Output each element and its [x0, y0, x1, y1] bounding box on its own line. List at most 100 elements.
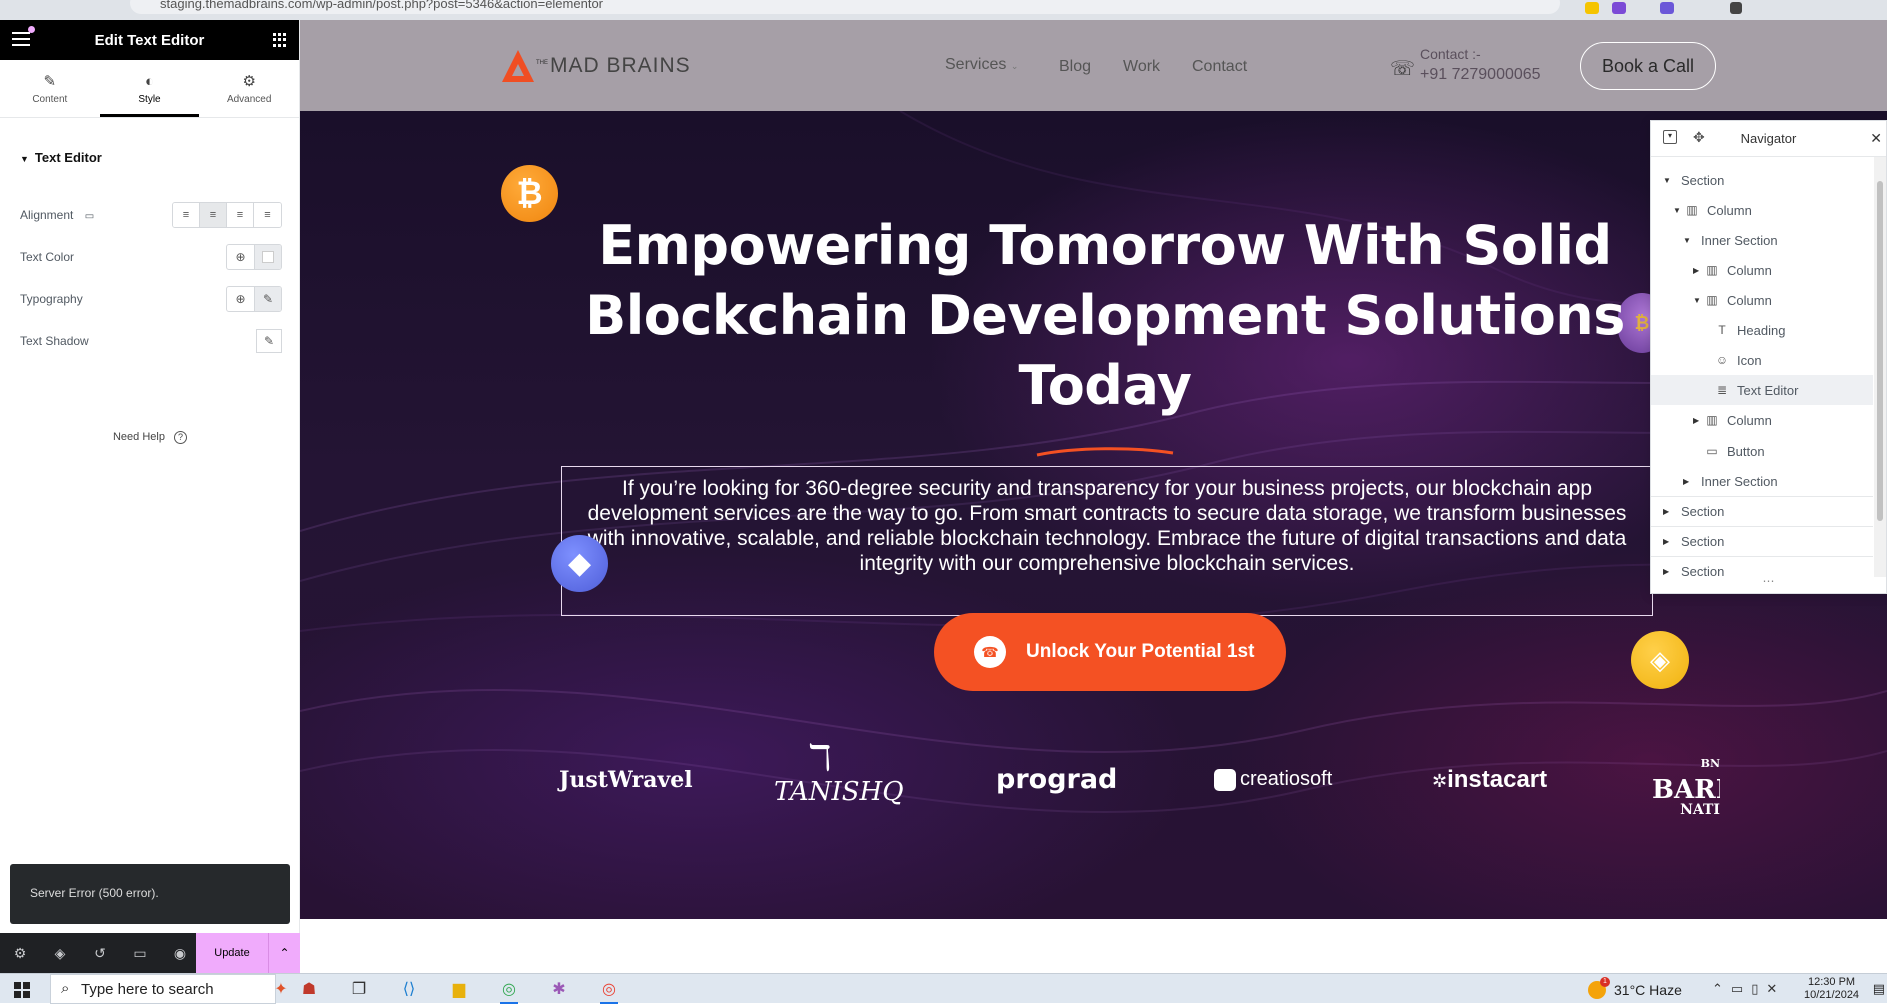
- navigator-item-column[interactable]: ▶ ▥ Column: [1651, 405, 1873, 435]
- caret-right-icon[interactable]: ▶: [1693, 416, 1705, 425]
- chevron-up-icon[interactable]: ⌃: [268, 933, 300, 973]
- app-icon-avatar[interactable]: ☗: [296, 977, 322, 1001]
- responsive-icon[interactable]: ▭: [120, 945, 160, 962]
- align-right-icon[interactable]: ≡: [227, 203, 254, 227]
- navigator-item-column[interactable]: ▼ ▥ Column: [1651, 195, 1873, 225]
- button-widget-icon: ▭: [1706, 444, 1718, 458]
- caret-down-icon: ▼: [20, 154, 29, 164]
- hero-description[interactable]: If you’re looking for 360-degree securit…: [575, 476, 1639, 576]
- navigator-item-text-editor[interactable]: ≣ Text Editor: [1651, 375, 1873, 405]
- close-icon[interactable]: ✕: [1870, 130, 1882, 147]
- scrollbar-thumb[interactable]: [1877, 181, 1883, 521]
- site-header: THE MAD BRAINS Services ⌄ Blog Work Cont…: [300, 20, 1887, 111]
- extension-icon[interactable]: [1730, 2, 1742, 14]
- unlock-potential-button[interactable]: ☎ Unlock Your Potential 1st: [934, 613, 1286, 691]
- panel-footer: ⚙ ◈ ↺ ▭ ◉ Update ⌃: [0, 933, 300, 973]
- nav-work[interactable]: Work: [1123, 58, 1160, 76]
- control-label: Text Color: [20, 250, 75, 264]
- book-call-button[interactable]: Book a Call: [1580, 42, 1716, 90]
- tray-chevron-icon[interactable]: ⌃: [1712, 981, 1731, 996]
- caret-right-icon[interactable]: ▶: [1663, 567, 1675, 576]
- resize-handle[interactable]: ⋯: [1651, 575, 1886, 593]
- navigator-item-label: Icon: [1737, 352, 1762, 368]
- chrome-icon[interactable]: ◎: [596, 977, 622, 1004]
- task-view-icon[interactable]: ❐: [346, 977, 372, 1001]
- address-bar[interactable]: staging.themadbrains.com/wp-admin/post.p…: [130, 0, 1560, 14]
- layers-icon[interactable]: ◈: [40, 945, 80, 962]
- navigator-item-button[interactable]: ▭ Button: [1651, 436, 1873, 466]
- navigator-item-section[interactable]: ▶ Section: [1651, 526, 1873, 556]
- client-logo-justwravel: JustWravel: [559, 767, 693, 793]
- caret-right-icon[interactable]: ▶: [1693, 266, 1705, 275]
- caret-down-icon[interactable]: ▼: [1663, 176, 1675, 185]
- client-logo-creatiosoft: creatiosoft: [1214, 768, 1332, 791]
- hero-heading[interactable]: Empowering Tomorrow With Solid Blockchai…: [580, 211, 1630, 421]
- edit-pencil-icon[interactable]: ✎: [254, 287, 281, 311]
- history-icon[interactable]: ↺: [80, 945, 120, 962]
- caret-down-icon[interactable]: ▼: [1683, 236, 1695, 245]
- contact-number[interactable]: +91 7279000065: [1420, 66, 1541, 84]
- caret-down-icon[interactable]: ▼: [1693, 296, 1705, 305]
- vscode-icon[interactable]: ⟨⟩: [396, 977, 422, 1001]
- navigator-item-column[interactable]: ▼ ▥ Column: [1651, 285, 1873, 315]
- settings-icon[interactable]: ⚙: [0, 945, 40, 962]
- preview-eye-icon[interactable]: ◉: [160, 945, 200, 962]
- tab-label: Style: [138, 93, 161, 105]
- text-editor-icon: ≣: [1716, 383, 1728, 397]
- taskbar-search-input[interactable]: ⌕ Type here to search: [50, 974, 276, 1004]
- navigator-item-inner-section[interactable]: ▼ Inner Section: [1651, 225, 1873, 255]
- nav-services[interactable]: Services ⌄: [945, 56, 1018, 74]
- windows-start-icon[interactable]: [14, 982, 30, 998]
- globe-icon[interactable]: ⊕: [227, 287, 254, 311]
- ethereum-icon: ◆: [551, 535, 608, 592]
- edit-pencil-icon[interactable]: ✎: [256, 329, 282, 353]
- globe-icon[interactable]: ⊕: [227, 245, 254, 269]
- client-logo-prograd: prograd: [996, 764, 1118, 795]
- notifications-icon[interactable]: ▤: [1873, 981, 1885, 997]
- navigator-item-icon[interactable]: ☺ Icon: [1651, 345, 1873, 375]
- navigator-panel: ▾ ✥ Navigator ✕ ▼ Section ▼ ▥ Column ▼ Inner S…: [1650, 120, 1887, 594]
- contrast-icon: ◐: [144, 72, 155, 90]
- navigator-scrollbar[interactable]: [1874, 157, 1886, 577]
- network-icon[interactable]: ▭: [1731, 981, 1751, 996]
- tab-content[interactable]: ✎ Content: [0, 60, 100, 117]
- navigator-item-column[interactable]: ▶ ▥ Column: [1651, 255, 1873, 285]
- nav-blog[interactable]: Blog: [1059, 58, 1091, 76]
- navigator-item-inner-section[interactable]: ▶ Inner Section: [1651, 466, 1873, 496]
- navigator-item-section[interactable]: ▶ Section: [1651, 496, 1873, 526]
- panel-header: Edit Text Editor: [0, 20, 299, 60]
- align-justify-icon[interactable]: ≡: [254, 203, 281, 227]
- text-color-control: Text Color ⊕: [20, 244, 282, 270]
- site-logo[interactable]: THE MAD BRAINS: [502, 50, 691, 82]
- navigator-item-heading[interactable]: T Heading: [1651, 315, 1873, 345]
- extension-icon[interactable]: [1660, 2, 1674, 14]
- align-left-icon[interactable]: ≡: [173, 203, 200, 227]
- align-center-icon[interactable]: ≡: [200, 203, 227, 227]
- weather-widget[interactable]: 1 31°C Haze: [1588, 977, 1682, 999]
- color-picker[interactable]: [254, 245, 281, 269]
- app-icon-game[interactable]: ✦: [268, 977, 294, 1001]
- taskbar-clock[interactable]: 12:30 PM 10/21/2024: [1804, 976, 1859, 1002]
- volume-muted-icon[interactable]: ✕: [1766, 981, 1785, 996]
- chrome-icon[interactable]: ◎: [496, 977, 522, 1004]
- caret-right-icon[interactable]: ▶: [1683, 477, 1695, 486]
- desktop-icon[interactable]: ▭: [85, 211, 94, 222]
- battery-icon[interactable]: ▯: [1751, 981, 1766, 996]
- extension-icon[interactable]: [1612, 2, 1626, 14]
- slack-icon[interactable]: ✱: [546, 977, 572, 1001]
- update-button[interactable]: Update: [196, 933, 268, 973]
- navigator-item-section[interactable]: ▼ Section: [1651, 165, 1873, 195]
- section-toggle-text-editor[interactable]: ▼ Text Editor: [20, 150, 102, 165]
- file-explorer-icon[interactable]: ▆: [446, 977, 472, 1001]
- extension-icon[interactable]: [1585, 2, 1599, 14]
- tab-advanced[interactable]: ⚙ Advanced: [199, 60, 299, 117]
- tab-style[interactable]: ◐ Style: [99, 60, 200, 117]
- nav-contact[interactable]: Contact: [1192, 58, 1247, 76]
- caret-right-icon[interactable]: ▶: [1663, 537, 1675, 546]
- client-logo-instacart: ✲instacart: [1432, 766, 1548, 793]
- widgets-grid-icon[interactable]: [273, 33, 287, 47]
- need-help-link[interactable]: Need Help ?: [0, 431, 300, 444]
- caret-right-icon[interactable]: ▶: [1663, 507, 1675, 516]
- caret-down-icon[interactable]: ▼: [1673, 206, 1685, 215]
- menu-icon[interactable]: [12, 32, 30, 48]
